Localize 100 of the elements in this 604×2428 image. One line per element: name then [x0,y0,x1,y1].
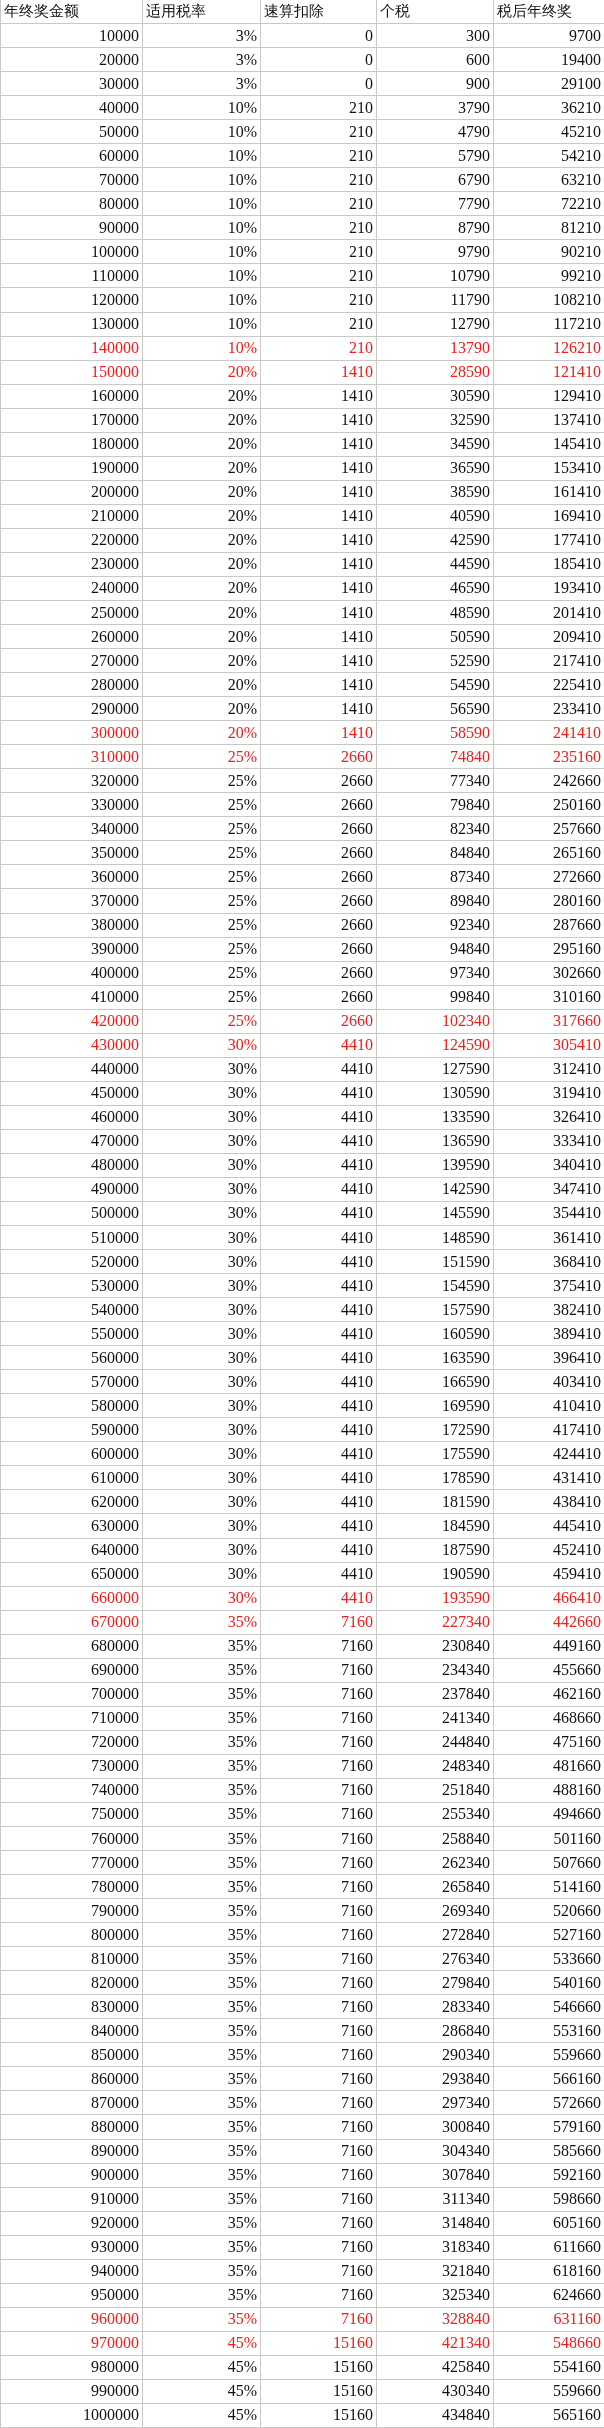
table-cell: 77340 [377,769,494,794]
table-cell: 311340 [377,2187,494,2212]
table-cell: 7160 [261,2259,377,2284]
table-cell: 1410 [261,649,377,674]
table-cell: 480000 [1,1153,143,1178]
table-cell: 193410 [494,576,604,601]
table-cell: 84840 [377,841,494,866]
table-cell: 631160 [494,2307,604,2332]
table-cell: 137410 [494,408,604,433]
table-cell: 30% [143,1226,261,1251]
table-cell: 494660 [494,1802,604,1827]
table-cell: 45% [143,2331,261,2356]
table-cell: 300840 [377,2115,494,2140]
table-cell: 142590 [377,1177,494,1202]
table-cell: 30% [143,1394,261,1419]
table-cell: 830000 [1,1995,143,2020]
table-cell: 750000 [1,1802,143,1827]
table-cell: 910000 [1,2187,143,2212]
table-cell: 20% [143,721,261,746]
table-cell: 241340 [377,1706,494,1731]
table-cell: 30% [143,1442,261,1467]
table-cell: 317660 [494,1009,604,1034]
table-cell: 770000 [1,1851,143,1876]
table-cell: 217410 [494,649,604,674]
table-cell: 30% [143,1033,261,1058]
table-cell: 52590 [377,649,494,674]
table-cell: 54590 [377,673,494,698]
table-cell: 20% [143,625,261,650]
table-cell: 4410 [261,1562,377,1587]
table-cell: 270000 [1,649,143,674]
table-cell: 605160 [494,2211,604,2236]
table-cell: 130000 [1,312,143,337]
table-cell: 4410 [261,1346,377,1371]
table-cell: 2660 [261,937,377,962]
table-cell: 234340 [377,1658,494,1683]
table-cell: 760000 [1,1827,143,1852]
table-cell: 225410 [494,673,604,698]
table-cell: 600 [377,48,494,73]
table-cell: 210000 [1,504,143,529]
table-cell: 35% [143,1995,261,2020]
table-cell: 30% [143,1298,261,1323]
table-cell: 210 [261,120,377,145]
table-cell: 780000 [1,1875,143,1900]
table-cell: 330000 [1,793,143,818]
table-cell: 300000 [1,721,143,746]
table-cell: 4410 [261,1418,377,1443]
table-cell: 403410 [494,1370,604,1395]
table-cell: 242660 [494,769,604,794]
table-cell: 710000 [1,1706,143,1731]
table-cell: 136590 [377,1129,494,1154]
table-cell: 4410 [261,1057,377,1082]
table-cell: 28590 [377,360,494,385]
table-cell: 161410 [494,480,604,505]
table-cell: 7160 [261,2067,377,2092]
table-cell: 455660 [494,1658,604,1683]
table-cell: 20% [143,697,261,722]
table-cell: 35% [143,2307,261,2332]
table-cell: 650000 [1,1562,143,1587]
table-cell: 305410 [494,1033,604,1058]
table-cell: 7160 [261,2163,377,2188]
table-cell: 1410 [261,456,377,481]
table-cell: 293840 [377,2067,494,2092]
table-cell: 30% [143,1586,261,1611]
table-cell: 328840 [377,2307,494,2332]
table-cell: 210 [261,192,377,217]
table-cell: 438410 [494,1490,604,1515]
table-cell: 3% [143,24,261,49]
table-cell: 19400 [494,48,604,73]
table-cell: 2660 [261,889,377,914]
table-cell: 550000 [1,1322,143,1347]
table-cell: 620000 [1,1490,143,1515]
table-cell: 560000 [1,1346,143,1371]
table-cell: 920000 [1,2211,143,2236]
table-cell: 20% [143,649,261,674]
table-cell: 35% [143,1875,261,1900]
table-cell: 610000 [1,1466,143,1491]
table-cell: 25% [143,769,261,794]
table-cell: 7160 [261,1875,377,1900]
table-cell: 35% [143,2091,261,2116]
table-cell: 10% [143,336,261,361]
table-cell: 7160 [261,1947,377,1972]
table-cell: 20% [143,576,261,601]
table-cell: 35% [143,2211,261,2236]
table-cell: 990000 [1,2379,143,2404]
table-cell: 20% [143,480,261,505]
table-cell: 25% [143,841,261,866]
table-cell: 25% [143,937,261,962]
table-cell: 117210 [494,312,604,337]
table-cell: 2660 [261,985,377,1010]
table-cell: 1410 [261,360,377,385]
table-cell: 190000 [1,456,143,481]
table-cell: 600000 [1,1442,143,1467]
table-cell: 30% [143,1201,261,1226]
table-cell: 3% [143,72,261,97]
table-cell: 1410 [261,601,377,625]
table-cell: 700000 [1,1682,143,1707]
table-cell: 7160 [261,2307,377,2332]
table-cell: 58590 [377,721,494,746]
table-cell: 960000 [1,2307,143,2332]
table-cell: 520660 [494,1899,604,1924]
